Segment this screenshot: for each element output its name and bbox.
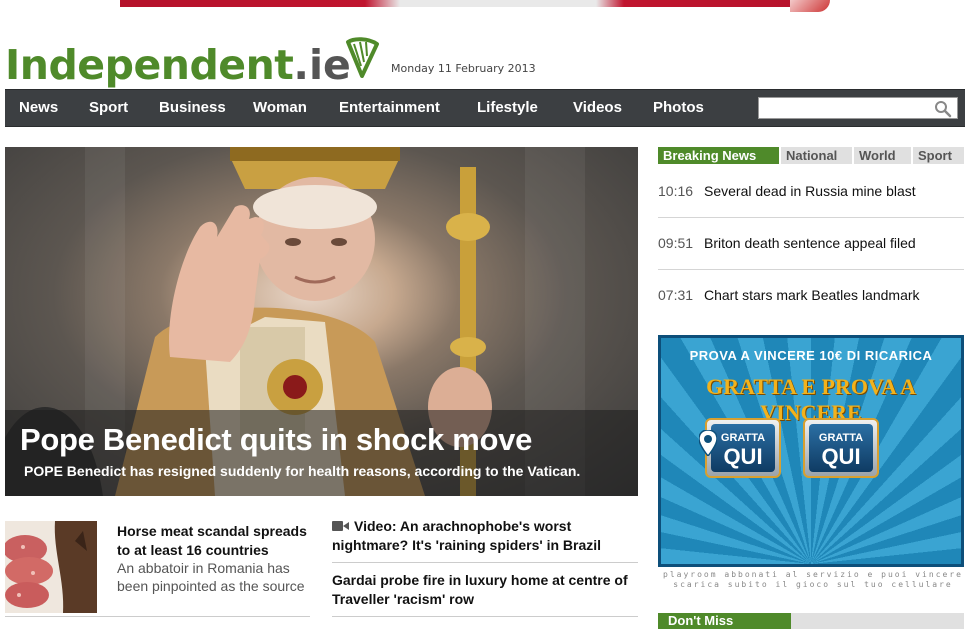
- scratch-card[interactable]: GRATTA QUI: [803, 418, 879, 478]
- nav-item-news[interactable]: News: [19, 99, 58, 116]
- news-time: 10:16: [658, 183, 694, 199]
- story-headline-video[interactable]: Video: An arachnophobe's worst nightmare…: [332, 517, 638, 555]
- story-thumbnail[interactable]: [5, 521, 97, 613]
- divider: [658, 217, 964, 218]
- horse-meat-photo: [5, 521, 97, 613]
- search-input[interactable]: [758, 97, 958, 119]
- scratch-card-face: GRATTA QUI: [809, 424, 873, 472]
- news-headline[interactable]: Chart stars mark Beatles landmark: [704, 287, 920, 303]
- story-summary: An abbatoir in Romania has been pinpoint…: [117, 560, 305, 594]
- story-headline[interactable]: Gardai probe fire in luxury home at cent…: [332, 571, 638, 609]
- logo-wordmark: Independent: [5, 41, 294, 89]
- video-icon: [332, 521, 349, 531]
- dont-miss-tab[interactable]: Don't Miss: [658, 613, 791, 629]
- ad-footer-line: playroom abbonati al servizio e puoi vin…: [663, 570, 963, 579]
- tab-national[interactable]: National: [781, 147, 852, 164]
- scratch-card-label: QUI: [723, 444, 763, 469]
- advertisement[interactable]: PROVA A VINCERE 10€ DI RICARICA GRATTA E…: [658, 335, 964, 567]
- ad-footer-line: scarica subito il gioco sul tuo cellular…: [673, 580, 953, 589]
- story-headline-text: Video: An arachnophobe's worst nightmare…: [332, 518, 602, 553]
- story-headline[interactable]: Horse meat scandal spreads to at least 1…: [117, 522, 317, 560]
- map-pin-icon: [699, 430, 717, 456]
- site-logo[interactable]: Independent .ie: [5, 30, 351, 86]
- search-icon[interactable]: [934, 100, 952, 118]
- news-headline[interactable]: Briton death sentence appeal filed: [704, 235, 916, 251]
- nav-item-entertainment[interactable]: Entertainment: [339, 99, 440, 116]
- divider: [332, 562, 638, 563]
- scratch-card-label: GRATTA: [720, 432, 766, 444]
- hero-headline[interactable]: Pope Benedict quits in shock move: [20, 422, 532, 458]
- main-nav: News Sport Business Woman Entertainment …: [5, 89, 965, 127]
- nav-item-sport[interactable]: Sport: [89, 99, 128, 116]
- tab-world[interactable]: World: [854, 147, 911, 164]
- nav-item-woman[interactable]: Woman: [253, 99, 307, 116]
- ad-headline: PROVA A VINCERE 10€ DI RICARICA: [689, 348, 933, 363]
- nav-item-photos[interactable]: Photos: [653, 99, 704, 116]
- tab-sport[interactable]: Sport: [913, 147, 964, 164]
- news-headline[interactable]: Several dead in Russia mine blast: [704, 183, 916, 199]
- scratch-card-label: QUI: [821, 444, 861, 469]
- top-ad-banner-tip: [790, 0, 830, 12]
- divider: [5, 616, 310, 617]
- divider: [332, 616, 638, 617]
- hero-standfirst[interactable]: POPE Benedict has resigned suddenly for …: [24, 463, 580, 479]
- nav-item-videos[interactable]: Videos: [573, 99, 622, 116]
- scratch-card-label: GRATTA: [818, 432, 864, 444]
- nav-item-business[interactable]: Business: [159, 99, 226, 116]
- current-date: Monday 11 February 2013: [391, 62, 536, 75]
- top-ad-banner[interactable]: [120, 0, 820, 7]
- nav-item-lifestyle[interactable]: Lifestyle: [477, 99, 538, 116]
- news-time: 07:31: [658, 287, 694, 303]
- harp-icon: [346, 37, 379, 78]
- tab-breaking-news[interactable]: Breaking News: [658, 147, 779, 164]
- scratch-card-face: GRATTA QUI: [711, 424, 775, 472]
- logo-suffix: .ie: [293, 41, 351, 89]
- divider: [658, 269, 964, 270]
- dont-miss-header: Don't Miss: [658, 613, 964, 629]
- ad-footer: playroom abbonati al servizio e puoi vin…: [660, 570, 966, 590]
- news-time: 09:51: [658, 235, 694, 251]
